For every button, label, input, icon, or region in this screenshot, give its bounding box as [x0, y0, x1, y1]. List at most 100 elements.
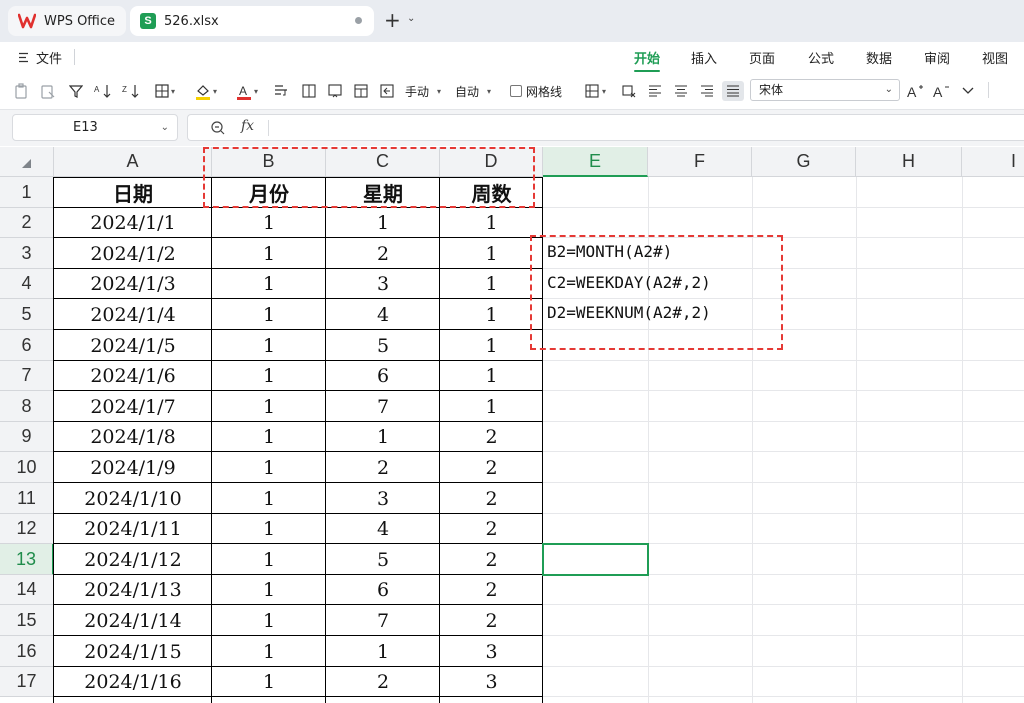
cell-c3[interactable]: 2 [326, 238, 440, 269]
cell-b6[interactable]: 1 [212, 330, 326, 361]
tab-formula[interactable]: 公式 [808, 48, 834, 67]
cell-c6[interactable]: 5 [326, 330, 440, 361]
column-header-h[interactable]: H [856, 147, 962, 177]
align-right-icon[interactable] [696, 81, 718, 101]
cell-c5[interactable]: 4 [326, 299, 440, 330]
new-tab-plus-icon[interactable]: + [384, 10, 401, 30]
column-header-a[interactable]: A [54, 147, 212, 177]
wrap-text-icon[interactable] [270, 81, 292, 101]
cell-d9[interactable]: 2 [440, 422, 543, 452]
font-color-button[interactable]: A ▾ [232, 81, 262, 101]
tab-page[interactable]: 页面 [749, 48, 775, 67]
cell-b5[interactable]: 1 [212, 299, 326, 330]
row-header-12[interactable]: 12 [0, 514, 54, 544]
cell-c2[interactable]: 1 [326, 208, 440, 238]
cell-b12[interactable]: 1 [212, 514, 326, 544]
cell-b15[interactable]: 1 [212, 605, 326, 636]
cell-a6[interactable]: 2024/1/5 [54, 330, 212, 361]
cell-c13[interactable]: 5 [326, 544, 440, 575]
cell-d8[interactable]: 1 [440, 391, 543, 422]
cell-a9[interactable]: 2024/1/8 [54, 422, 212, 452]
cell-a3[interactable]: 2024/1/2 [54, 238, 212, 269]
cell-a7[interactable]: 2024/1/6 [54, 361, 212, 391]
tab-view[interactable]: 视图 [982, 48, 1008, 67]
cell-b7[interactable]: 1 [212, 361, 326, 391]
column-header-e[interactable]: E [543, 147, 648, 177]
gridlines-checkbox[interactable] [509, 85, 522, 97]
manual-button[interactable]: 手动 [404, 81, 430, 101]
format-painter-icon[interactable] [38, 81, 58, 101]
cell-b13[interactable]: 1 [212, 544, 326, 575]
cell-b8[interactable]: 1 [212, 391, 326, 422]
cell-c11[interactable]: 3 [326, 483, 440, 514]
insert-cells-icon[interactable] [324, 81, 346, 101]
paste-values-icon[interactable] [12, 81, 32, 101]
cell-d13[interactable]: 2 [440, 544, 543, 575]
row-header-9[interactable]: 9 [0, 422, 54, 452]
cell-d14[interactable]: 2 [440, 575, 543, 605]
cell-d5[interactable]: 1 [440, 299, 543, 330]
filter-icon[interactable] [66, 81, 86, 101]
cell-b16[interactable]: 1 [212, 636, 326, 667]
column-header-f[interactable]: F [648, 147, 752, 177]
cell-d7[interactable]: 1 [440, 361, 543, 391]
chevron-down-icon[interactable]: ▾ [482, 81, 494, 101]
row-header-6[interactable]: 6 [0, 330, 54, 361]
row-header-16[interactable]: 16 [0, 636, 54, 667]
cell-a17[interactable]: 2024/1/16 [54, 667, 212, 697]
cell-d16[interactable]: 3 [440, 636, 543, 667]
cell-c7[interactable]: 6 [326, 361, 440, 391]
tab-insert[interactable]: 插入 [691, 48, 717, 67]
cell-a10[interactable]: 2024/1/9 [54, 452, 212, 483]
file-menu-button[interactable]: 文件 [18, 48, 62, 67]
freeze-panes-icon[interactable] [376, 81, 398, 101]
table-style-icon[interactable] [350, 81, 372, 101]
row-header-7[interactable]: 7 [0, 361, 54, 391]
row-header-4[interactable]: 4 [0, 269, 54, 299]
cell-b4[interactable]: 1 [212, 269, 326, 299]
formula-input[interactable]: fx [187, 114, 1024, 141]
tab-data[interactable]: 数据 [866, 48, 892, 67]
cell-d6[interactable]: 1 [440, 330, 543, 361]
function-icon[interactable]: fx [241, 118, 254, 134]
cell-d10[interactable]: 2 [440, 452, 543, 483]
tab-list-chevron-icon[interactable]: ⌄ [407, 13, 415, 24]
cell-d17[interactable]: 3 [440, 667, 543, 697]
name-box[interactable]: E13 ⌄ [12, 114, 178, 141]
sort-ascending-icon[interactable]: A [92, 81, 114, 101]
justify-icon[interactable] [722, 81, 744, 101]
cell-d2[interactable]: 1 [440, 208, 543, 238]
cell-a1[interactable]: 日期 [54, 177, 212, 208]
row-header-17[interactable]: 17 [0, 667, 54, 697]
cell-b3[interactable]: 1 [212, 238, 326, 269]
cell-c17[interactable]: 2 [326, 667, 440, 697]
chevron-down-icon[interactable]: ▾ [432, 81, 444, 101]
row-header-1[interactable]: 1 [0, 177, 54, 208]
cell-c4[interactable]: 3 [326, 269, 440, 299]
cell-a12[interactable]: 2024/1/11 [54, 514, 212, 544]
select-all-corner[interactable] [0, 147, 54, 177]
row-header-8[interactable]: 8 [0, 391, 54, 422]
column-header-i[interactable]: I [962, 147, 1024, 177]
cell-layout-button[interactable]: ▾ [580, 81, 610, 101]
cell-b10[interactable]: 1 [212, 452, 326, 483]
cell-b11[interactable]: 1 [212, 483, 326, 514]
cell-d3[interactable]: 1 [440, 238, 543, 269]
cell-d4[interactable]: 1 [440, 269, 543, 299]
cell-c12[interactable]: 4 [326, 514, 440, 544]
cell-d12[interactable]: 2 [440, 514, 543, 544]
row-header-2[interactable]: 2 [0, 208, 54, 238]
font-family-select[interactable]: 宋体 ⌄ [750, 79, 900, 101]
cell-a11[interactable]: 2024/1/10 [54, 483, 212, 514]
cell-a15[interactable]: 2024/1/14 [54, 605, 212, 636]
zoom-icon[interactable] [210, 120, 226, 136]
row-header-14[interactable]: 14 [0, 575, 54, 605]
cell-a13[interactable]: 2024/1/12 [54, 544, 212, 575]
cell-c15[interactable]: 7 [326, 605, 440, 636]
tab-wps-office[interactable]: WPS Office [8, 6, 126, 36]
cell-a16[interactable]: 2024/1/15 [54, 636, 212, 667]
cell-b14[interactable]: 1 [212, 575, 326, 605]
cell-a14[interactable]: 2024/1/13 [54, 575, 212, 605]
tab-home[interactable]: 开始 [634, 48, 660, 67]
decrease-font-size-icon[interactable]: A [932, 81, 952, 101]
